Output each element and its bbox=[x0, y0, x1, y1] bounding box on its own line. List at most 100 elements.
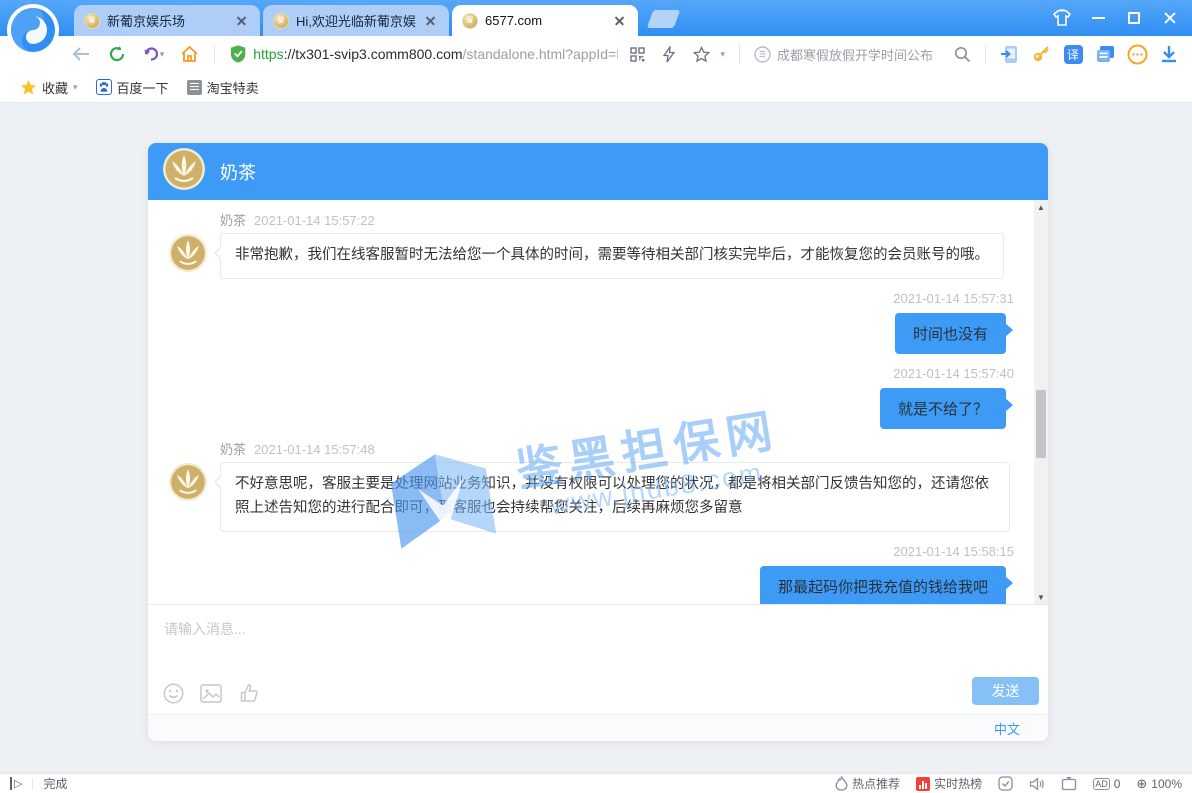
new-tab-button[interactable] bbox=[647, 10, 681, 28]
message-list: 奶茶 2021-01-14 15:57:22 非常抱歉，我们在线客服暂时无法给您一… bbox=[148, 200, 1034, 604]
password-key-icon[interactable] bbox=[1028, 41, 1054, 67]
bookmark-label: 百度一下 bbox=[117, 78, 169, 97]
url-text: https://tx301-svip3.comm800.com/standalo… bbox=[253, 46, 618, 62]
mute-page-button[interactable] bbox=[1029, 777, 1045, 791]
caret-down-icon: ▾ bbox=[73, 82, 78, 93]
translate-icon[interactable]: 译 bbox=[1060, 41, 1086, 67]
load-status-text: 完成 bbox=[43, 775, 67, 792]
send-button[interactable]: 发送 bbox=[972, 677, 1039, 705]
message-timestamp: 2021-01-14 15:58:15 bbox=[893, 544, 1014, 559]
hot-recommend-button[interactable]: 热点推荐 bbox=[835, 775, 900, 792]
chat-input-area: 发送 bbox=[148, 604, 1048, 714]
download-manager-icon[interactable] bbox=[1156, 41, 1182, 67]
gold-crown-favicon: ♛ bbox=[84, 13, 100, 29]
search-suggestion-text: 成都寒假放假开学时间公布 bbox=[777, 45, 948, 64]
gold-crown-favicon: ♛ bbox=[462, 13, 478, 29]
tab-title: 6577.com bbox=[485, 13, 605, 28]
tab-welcome[interactable]: ♛ Hi,欢迎光临新葡京娱樂场 bbox=[263, 5, 449, 36]
more-menu-icon[interactable] bbox=[1124, 41, 1150, 67]
user-message: 2021-01-14 15:57:31 时间也没有 bbox=[168, 287, 1014, 354]
ad-block-counter[interactable]: AD 0 bbox=[1093, 777, 1120, 791]
image-upload-icon[interactable] bbox=[200, 682, 222, 704]
chat-scrollbar[interactable]: ▲ ▼ bbox=[1034, 200, 1048, 604]
screenshot-button[interactable] bbox=[1061, 776, 1077, 791]
agent-msg-name: 奶茶 bbox=[220, 213, 246, 228]
message-bubble: 非常抱歉，我们在线客服暂时无法给您一个具体的时间，需要等待相关部门核实完毕后，才… bbox=[220, 233, 1004, 279]
message-input[interactable] bbox=[148, 605, 1048, 667]
hot-chart-icon bbox=[916, 777, 930, 791]
capture-icon bbox=[1061, 776, 1077, 791]
list-doc-icon bbox=[187, 80, 202, 95]
page-check-button[interactable] bbox=[998, 776, 1013, 791]
sogou-browser-logo[interactable] bbox=[6, 3, 60, 57]
lightning-accelerate-icon[interactable] bbox=[656, 41, 682, 67]
check-circle-icon bbox=[998, 776, 1013, 791]
flame-icon bbox=[835, 776, 848, 791]
status-bar: ▷ 完成 热点推荐 实时热榜 AD 0 ⊕ 100% bbox=[0, 773, 1192, 793]
close-button[interactable] bbox=[1156, 4, 1184, 32]
undo-history-icon[interactable]: ▾ bbox=[138, 40, 168, 68]
bookmark-taobao[interactable]: 淘宝特卖 bbox=[183, 76, 263, 99]
page-content: 奶茶 奶茶 2021-01-14 15:57:22 非常抱歉，我们在线客服暂时无法… bbox=[0, 103, 1192, 773]
tab-title: Hi,欢迎光临新葡京娱樂场 bbox=[296, 11, 416, 30]
bookmarks-bar: 收藏 ▾ 百度一下 淘宝特卖 bbox=[0, 72, 1192, 103]
chat-widget: 奶茶 奶茶 2021-01-14 15:57:22 非常抱歉，我们在线客服暂时无法… bbox=[148, 143, 1048, 741]
bookmark-label: 淘宝特卖 bbox=[207, 78, 259, 97]
agent-avatar bbox=[162, 147, 206, 196]
speaker-icon bbox=[1029, 777, 1045, 791]
caret-down-icon: ▾ bbox=[160, 49, 165, 60]
search-magnifier-icon[interactable] bbox=[954, 46, 971, 63]
ad-badge-icon: AD bbox=[1093, 778, 1110, 790]
tab-close-icon[interactable] bbox=[234, 13, 250, 29]
browser-titlebar: ♛ 新葡京娱乐场 ♛ Hi,欢迎光临新葡京娱樂场 ♛ 6577.com bbox=[0, 0, 1192, 36]
message-bubble: 时间也没有 bbox=[895, 313, 1006, 354]
realtime-hot-button[interactable]: 实时热榜 bbox=[916, 775, 982, 792]
home-icon[interactable] bbox=[174, 40, 204, 68]
tab-6577[interactable]: ♛ 6577.com bbox=[452, 5, 638, 36]
agent-avatar bbox=[168, 233, 208, 278]
message-timestamp: 2021-01-14 15:57:22 bbox=[254, 213, 375, 228]
sogou-search-logo-icon bbox=[754, 46, 771, 63]
chat-footer: 中文 bbox=[148, 714, 1048, 741]
refresh-icon[interactable] bbox=[102, 40, 132, 68]
language-switch-link[interactable]: 中文 bbox=[994, 719, 1020, 738]
bookmark-star-icon[interactable] bbox=[688, 41, 714, 67]
qr-code-icon[interactable] bbox=[624, 41, 650, 67]
thumbs-up-icon[interactable] bbox=[238, 682, 260, 704]
message-bubble: 那最起码你把我充值的钱给我吧 bbox=[760, 566, 1006, 604]
baidu-paw-icon bbox=[96, 79, 112, 95]
agent-name: 奶茶 bbox=[220, 159, 256, 185]
skin-theme-icon[interactable] bbox=[1048, 4, 1076, 32]
address-bar[interactable]: https://tx301-svip3.comm800.com/standalo… bbox=[225, 40, 729, 68]
browser-toolbar: ▾ https://tx301-svip3.comm800.com/standa… bbox=[0, 36, 1192, 72]
address-dropdown-icon[interactable]: ▾ bbox=[720, 49, 725, 60]
agent-message: 奶茶 2021-01-14 15:57:22 非常抱歉，我们在线客服暂时无法给您一… bbox=[168, 210, 1014, 279]
search-box[interactable]: 成都寒假放假开学时间公布 bbox=[750, 40, 975, 68]
back-icon[interactable] bbox=[66, 40, 96, 68]
minimize-button[interactable] bbox=[1084, 4, 1112, 32]
tab-title: 新葡京娱乐场 bbox=[107, 11, 227, 30]
zoom-plus-icon: ⊕ bbox=[1136, 776, 1147, 792]
maximize-button[interactable] bbox=[1120, 4, 1148, 32]
bookmark-baidu[interactable]: 百度一下 bbox=[92, 76, 173, 99]
user-message: 2021-01-14 15:58:15 那最起码你把我充值的钱给我吧 bbox=[168, 540, 1014, 604]
chat-header: 奶茶 bbox=[148, 143, 1048, 200]
tab-xpj-casino[interactable]: ♛ 新葡京娱乐场 bbox=[74, 5, 260, 36]
message-timestamp: 2021-01-14 15:57:31 bbox=[893, 291, 1014, 306]
message-bubble: 不好意思呢，客服主要是处理网站业务知识，并没有权限可以处理您的状况，都是将相关部… bbox=[220, 462, 1010, 532]
send-to-phone-icon[interactable] bbox=[996, 41, 1022, 67]
scrollbar-thumb[interactable] bbox=[1036, 390, 1046, 458]
favorites-label: 收藏 bbox=[42, 78, 68, 97]
tab-close-icon[interactable] bbox=[612, 13, 628, 29]
security-shield-icon bbox=[229, 44, 247, 64]
zoom-control[interactable]: ⊕ 100% bbox=[1136, 776, 1182, 792]
agent-avatar bbox=[168, 462, 208, 507]
scroll-up-icon[interactable]: ▲ bbox=[1034, 200, 1048, 214]
favorites-menu[interactable]: 收藏 ▾ bbox=[16, 76, 82, 99]
scroll-down-icon[interactable]: ▼ bbox=[1034, 590, 1048, 604]
collection-panel-icon[interactable] bbox=[1092, 41, 1118, 67]
message-timestamp: 2021-01-14 15:57:40 bbox=[893, 366, 1014, 381]
emoji-icon[interactable] bbox=[162, 682, 184, 704]
tab-close-icon[interactable] bbox=[423, 13, 439, 29]
page-media-icon[interactable]: ▷ bbox=[10, 777, 22, 790]
